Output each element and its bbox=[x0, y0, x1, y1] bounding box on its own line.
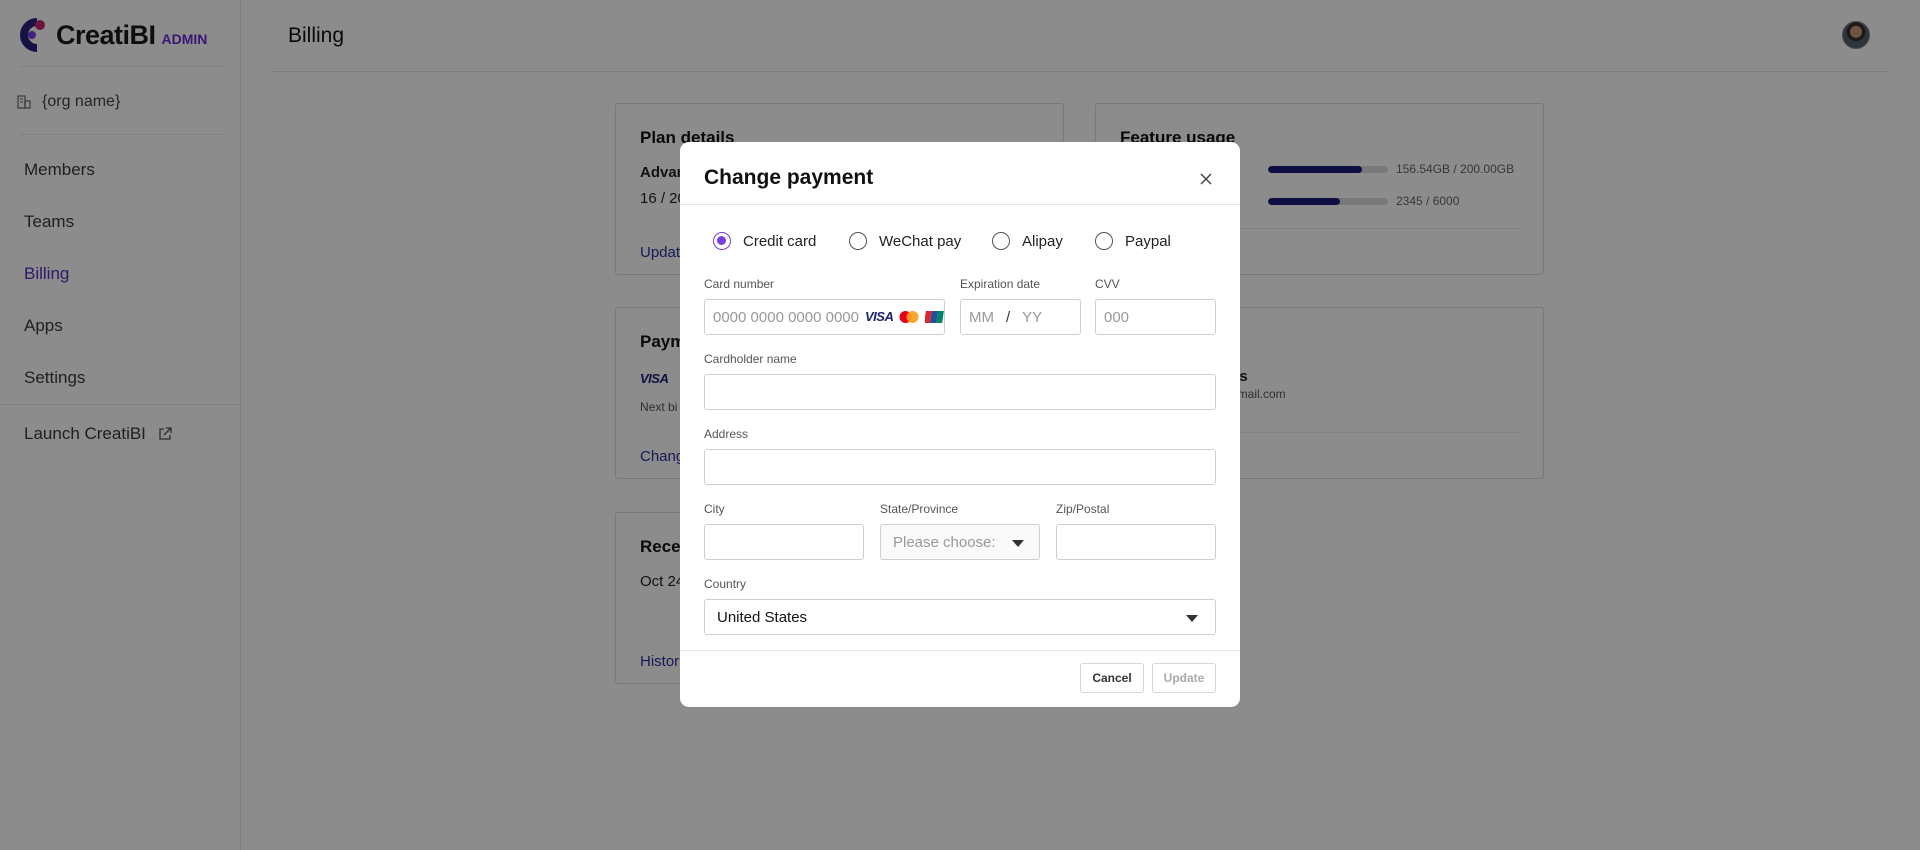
cardholder-label: Cardholder name bbox=[704, 352, 797, 366]
cvv-label: CVV bbox=[1095, 277, 1120, 291]
close-icon[interactable] bbox=[1199, 172, 1213, 186]
zip-label: Zip/Postal bbox=[1056, 502, 1110, 516]
expiration-field[interactable]: MM / YY bbox=[960, 299, 1081, 335]
cardholder-name-field[interactable] bbox=[704, 374, 1216, 410]
card-number-label: Card number bbox=[704, 277, 775, 291]
unionpay-icon bbox=[925, 310, 945, 323]
radio-label: Credit card bbox=[743, 232, 817, 250]
expiration-year-placeholder: YY bbox=[1022, 308, 1043, 326]
radio-wechat-pay[interactable]: WeChat pay bbox=[849, 232, 961, 250]
modal-footer-divider bbox=[680, 650, 1240, 651]
mastercard-icon bbox=[899, 310, 919, 323]
modal-title: Change payment bbox=[704, 166, 874, 189]
country-value: United States bbox=[717, 608, 808, 626]
cvv-placeholder: 000 bbox=[1104, 308, 1130, 326]
expiration-label: Expiration date bbox=[960, 277, 1041, 291]
zip-field[interactable] bbox=[1056, 524, 1216, 560]
change-payment-modal: Change payment Credit card WeChat pay Al… bbox=[680, 142, 1240, 707]
state-placeholder: Please choose: bbox=[893, 533, 996, 551]
cancel-button[interactable]: Cancel bbox=[1080, 663, 1144, 693]
chevron-down-icon bbox=[1012, 540, 1024, 547]
radio-paypal[interactable]: Paypal bbox=[1095, 232, 1171, 250]
radio-dot[interactable] bbox=[992, 232, 1010, 250]
state-label: State/Province bbox=[880, 502, 959, 516]
radio-dot[interactable] bbox=[713, 232, 731, 250]
address-field[interactable] bbox=[704, 449, 1216, 485]
card-number-placeholder: 0000 0000 0000 0000 bbox=[713, 308, 859, 326]
expiration-month-placeholder: MM bbox=[969, 308, 994, 326]
radio-credit-card[interactable]: Credit card bbox=[713, 232, 816, 250]
radio-label: Paypal bbox=[1125, 232, 1171, 250]
country-select[interactable]: United States bbox=[704, 599, 1216, 635]
radio-label: Alipay bbox=[1022, 232, 1063, 250]
card-brand-logos: VISA bbox=[865, 309, 945, 324]
card-number-field[interactable]: 0000 0000 0000 0000 VISA bbox=[704, 299, 945, 335]
address-label: Address bbox=[704, 427, 749, 441]
state-select[interactable]: Please choose: bbox=[880, 524, 1040, 560]
radio-dot[interactable] bbox=[1095, 232, 1113, 250]
cvv-field[interactable]: 000 bbox=[1095, 299, 1216, 335]
radio-dot[interactable] bbox=[849, 232, 867, 250]
city-label: City bbox=[704, 502, 725, 516]
radio-alipay[interactable]: Alipay bbox=[992, 232, 1063, 250]
city-field[interactable] bbox=[704, 524, 864, 560]
update-button[interactable]: Update bbox=[1152, 663, 1216, 693]
expiration-separator: / bbox=[1006, 308, 1011, 326]
visa-logo: VISA bbox=[865, 309, 894, 324]
radio-label: WeChat pay bbox=[879, 232, 962, 250]
country-label: Country bbox=[704, 577, 747, 591]
modal-header-divider bbox=[680, 204, 1240, 205]
chevron-down-icon bbox=[1186, 615, 1198, 622]
